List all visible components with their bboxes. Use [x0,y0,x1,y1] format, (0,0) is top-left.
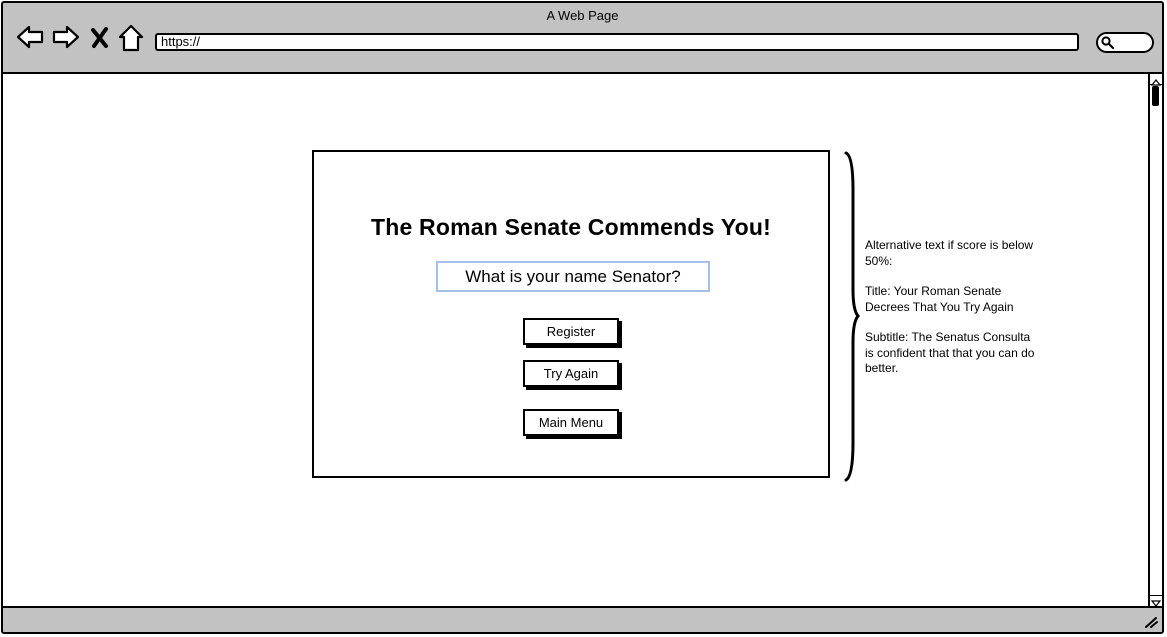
annotation-subtitle-note: Subtitle: The Senatus Consulta is confid… [865,330,1035,375]
register-button[interactable]: Register [523,318,619,345]
close-icon[interactable] [89,23,111,53]
browser-toolbar: A Web Page https:// [3,3,1162,74]
resize-grip-icon[interactable] [1144,616,1158,628]
forward-icon[interactable] [51,23,81,53]
senator-name-input[interactable] [436,261,710,292]
scroll-up-icon[interactable] [1150,74,1162,86]
annotation-note: Alternative text if score is below 50%: … [865,238,1040,392]
back-icon[interactable] [15,23,45,53]
annotation-brace-icon [844,151,860,482]
window-title: A Web Page [546,8,619,23]
scroll-down-icon[interactable] [1150,595,1162,607]
status-bar [3,606,1162,632]
vertical-scrollbar[interactable] [1148,74,1162,607]
annotation-heading: Alternative text if score is below 50%: [865,238,1034,268]
try-again-button[interactable]: Try Again [523,360,619,387]
url-bar[interactable]: https:// [155,33,1079,51]
annotation-title-note: Title: Your Roman Senate Decrees That Yo… [865,284,1014,314]
scroll-thumb[interactable] [1152,86,1159,106]
panel-title: The Roman Senate Commends You! [370,214,772,240]
search-icon [1101,36,1114,49]
home-icon[interactable] [117,23,145,53]
search-field[interactable] [1096,32,1154,53]
main-menu-button[interactable]: Main Menu [523,409,619,436]
score-result-panel: The Roman Senate Commends You! Register … [312,150,830,478]
